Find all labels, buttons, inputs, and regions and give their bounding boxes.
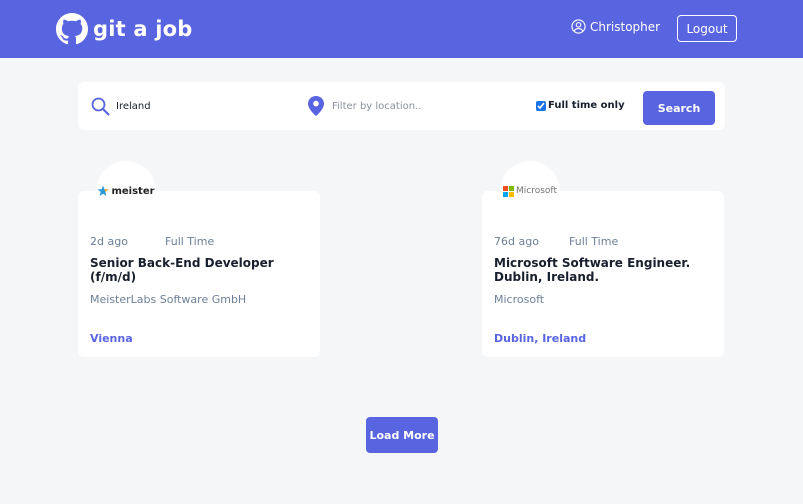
microsoft-grid-icon (503, 185, 515, 197)
search-button[interactable]: Search (643, 91, 715, 125)
microsoft-logo: Microsoft (503, 185, 557, 197)
company-name: MeisterLabs Software GmbH (90, 293, 247, 306)
meister-logo: meister (97, 185, 155, 197)
user-circle-icon (571, 19, 586, 34)
location-filter-input[interactable] (332, 97, 522, 115)
search-icon (91, 97, 110, 116)
job-meta: 76d ago Full Time (494, 235, 618, 248)
location-pin-icon (308, 96, 324, 116)
company-logo-text: Microsoft (516, 186, 557, 196)
brand-logo[interactable]: git a job (56, 13, 193, 45)
company-logo: meister (96, 161, 156, 221)
fulltime-checkbox[interactable] (536, 100, 546, 111)
app-header: git a job Christopher Logout (0, 0, 803, 58)
job-title[interactable]: Microsoft Software Engineer. Dublin, Ire… (494, 256, 719, 284)
job-meta: 2d ago Full Time (90, 235, 214, 248)
job-type: Full Time (165, 235, 215, 248)
posted-time: 76d ago (494, 235, 539, 248)
meister-star-icon (97, 185, 109, 196)
github-icon (56, 13, 88, 45)
job-card[interactable]: Microsoft 76d ago Full Time Microsoft So… (482, 161, 724, 357)
user-profile[interactable]: Christopher (571, 19, 660, 34)
job-type: Full Time (569, 235, 619, 248)
company-logo-text: meister (111, 185, 155, 197)
search-bar: Full time only Search (78, 82, 725, 130)
search-input[interactable] (116, 97, 286, 115)
user-name: Christopher (590, 19, 661, 34)
job-card[interactable]: meister 2d ago Full Time Senior Back-End… (78, 161, 320, 357)
company-name: Microsoft (494, 293, 545, 306)
job-location: Dublin, Ireland (494, 332, 587, 345)
company-logo: Microsoft (500, 161, 560, 221)
brand-name: git a job (93, 17, 193, 41)
fulltime-filter[interactable]: Full time only (536, 100, 625, 111)
posted-time: 2d ago (90, 235, 128, 248)
logout-button[interactable]: Logout (677, 15, 737, 42)
load-more-button[interactable]: Load More (366, 417, 438, 453)
job-title[interactable]: Senior Back-End Developer (f/m/d) (90, 256, 315, 284)
fulltime-label: Full time only (548, 100, 625, 111)
job-location: Vienna (90, 332, 133, 345)
